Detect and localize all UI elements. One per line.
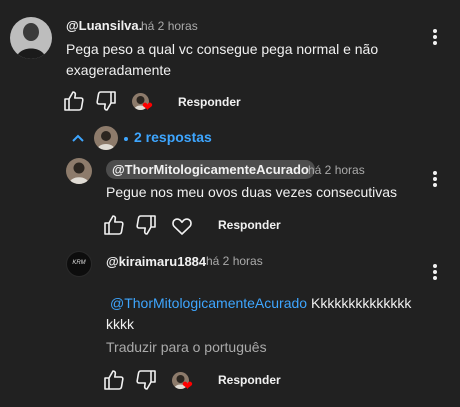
comment-author[interactable]: @Luansilva. [66, 18, 142, 33]
separator-dot [124, 137, 128, 141]
reply1-more-vert-icon[interactable] [427, 170, 443, 188]
creator-heart-icon[interactable]: ❤ [132, 93, 158, 115]
comment-text-line1: Pega peso a qual vc consegue pega normal… [66, 41, 379, 57]
comment-more-vert-icon[interactable] [427, 28, 443, 46]
avatar-thor[interactable] [66, 158, 92, 184]
translate-link[interactable]: Traduzir para o português [106, 339, 267, 355]
replies-count-label[interactable]: 2 respostas [134, 129, 212, 145]
reply1-reply-button[interactable]: Responder [218, 218, 281, 232]
chevron-up-icon [72, 134, 84, 142]
comments-panel: @Luansilva. há 2 horas Pega peso a qual … [0, 0, 460, 407]
comment-like-icon[interactable] [62, 89, 86, 113]
reply2-dislike-icon[interactable] [134, 368, 158, 392]
reply1-author-badge[interactable]: @ThorMitologicamenteAcurado [106, 160, 315, 179]
reply2-more-vert-icon[interactable] [427, 263, 443, 281]
reply1-dislike-icon[interactable] [134, 213, 158, 237]
reply1-like-icon[interactable] [102, 213, 126, 237]
reply2-mention-link[interactable]: @ThorMitologicamenteAcurado [110, 295, 307, 311]
reply2-author[interactable]: @kiraimaru1884 [106, 254, 206, 269]
reply2-text-line1: @ThorMitologicamenteAcurado Kkkkkkkkkkkk… [110, 292, 411, 314]
replies-toggle[interactable]: 2 respostas [72, 126, 222, 150]
comment-time[interactable]: há 2 horas [141, 19, 198, 33]
avatar-luansilva[interactable] [10, 17, 52, 59]
reply2-like-icon[interactable] [102, 368, 126, 392]
reply2-time[interactable]: há 2 horas [206, 254, 263, 268]
reply1-text: Pegue nos meu ovos duas vezes consecutiv… [106, 184, 398, 200]
avatar-kiraimaru[interactable]: KRM [66, 251, 92, 277]
comment-dislike-icon[interactable] [94, 89, 118, 113]
reply1-time[interactable]: há 2 horas [308, 163, 365, 177]
reply2-text-rest: Kkkkkkkkkkkkkk [307, 295, 412, 311]
reply2-text-line2: kkkk [106, 316, 134, 332]
reply2-reply-button[interactable]: Responder [218, 373, 281, 387]
reply2-creator-heart-icon[interactable]: ❤ [172, 372, 198, 394]
comment-reply-button[interactable]: Responder [178, 95, 241, 109]
comment-text-line2: exageradamente [66, 62, 172, 78]
avatar-kiraimaru-text: KRM [72, 260, 86, 266]
reply1-heart-icon[interactable] [170, 214, 192, 235]
replies-toggle-avatar [94, 126, 118, 150]
